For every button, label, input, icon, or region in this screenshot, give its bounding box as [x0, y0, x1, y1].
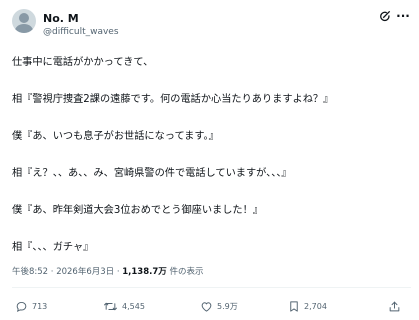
- avatar[interactable]: [12, 9, 36, 33]
- reply-icon: [15, 300, 32, 313]
- tweet-text-line: 僕『あ、いつも息子がお世話になってます。』: [12, 131, 219, 142]
- repost-button[interactable]: 4,545: [103, 300, 145, 313]
- view-label: 件の表示: [166, 267, 204, 277]
- reply-count: 713: [32, 301, 48, 311]
- divider: [12, 287, 411, 288]
- bookmark-icon: [288, 300, 304, 313]
- bookmark-count: 2,704: [304, 301, 327, 311]
- tweet-text-line: 相『え？、、あ、、み、宮崎県警の件で電話していますが、、、』: [12, 168, 292, 179]
- share-button[interactable]: [388, 300, 405, 313]
- like-count: 5.9万: [217, 301, 238, 311]
- tweet-text-line: 相『、、、ガチャ』: [12, 242, 94, 253]
- timestamp[interactable]: 午後8:52 · 2026年6月3日 ·: [12, 267, 122, 277]
- like-button[interactable]: 5.9万: [200, 300, 238, 313]
- grok-icon[interactable]: [377, 8, 393, 24]
- tweet-text-line: 僕『あ、昨年剣道大会3位おめでとう御座いました！』: [12, 205, 263, 216]
- view-count: 1,138.7万: [122, 267, 167, 277]
- share-icon: [388, 300, 405, 313]
- more-icon[interactable]: ···: [395, 8, 411, 24]
- bookmark-button[interactable]: 2,704: [288, 300, 327, 313]
- repost-count: 4,545: [122, 301, 145, 311]
- heart-icon: [200, 300, 217, 313]
- repost-icon: [103, 300, 122, 313]
- tweet-text-line: 仕事中に電話がかかってきて、: [12, 57, 154, 68]
- author-handle[interactable]: @difficult_waves: [43, 27, 119, 38]
- tweet-meta: 午後8:52 · 2026年6月3日 · 1,138.7万 件の表示: [12, 267, 203, 278]
- author-name[interactable]: No. M: [43, 12, 79, 25]
- reply-button[interactable]: 713: [15, 300, 47, 313]
- tweet-text-line: 相『警視庁捜査2課の遠藤です。何の電話か心当たりありますよね？』: [12, 94, 334, 105]
